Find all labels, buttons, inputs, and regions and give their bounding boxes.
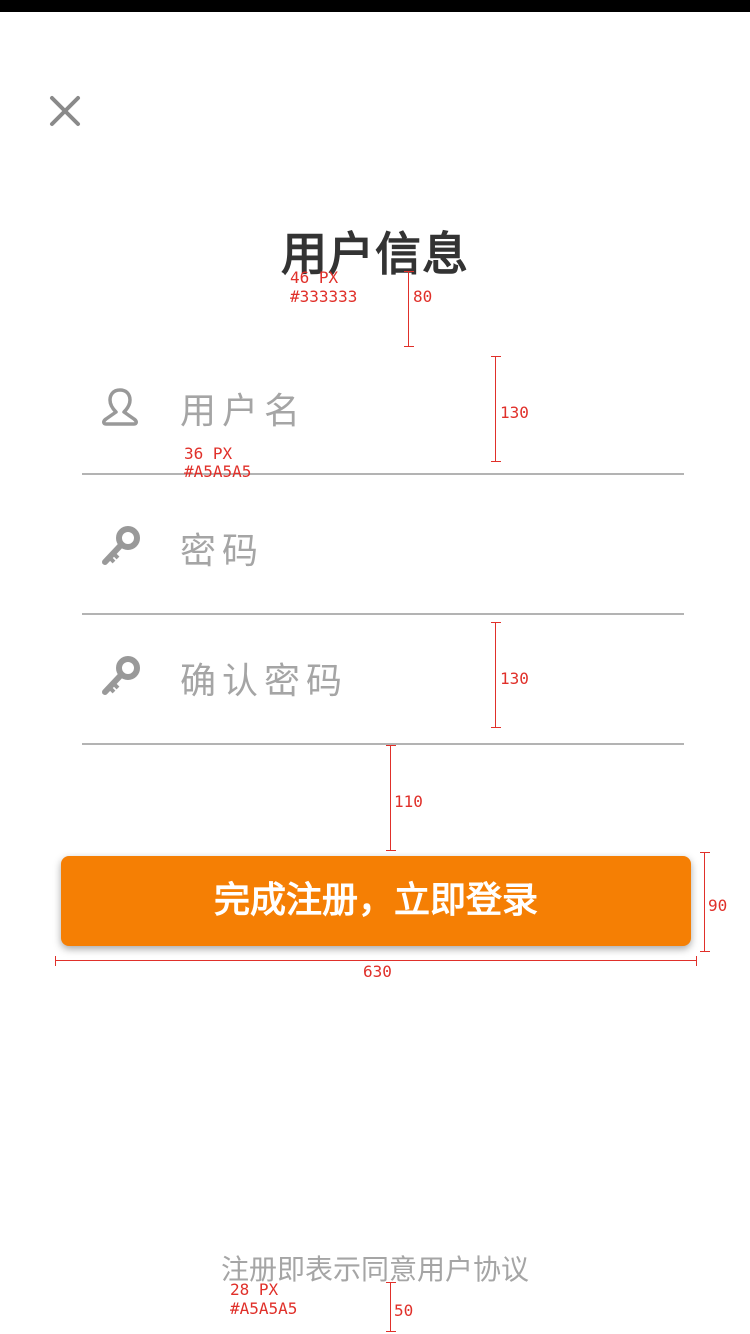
confirm-password-placeholder: 确认密码 bbox=[180, 661, 349, 702]
password-placeholder: 密码 bbox=[180, 531, 265, 572]
password-field[interactable]: 密码 bbox=[82, 483, 684, 615]
annotation-button-width: 630 bbox=[363, 962, 392, 981]
annotation-field-color: #A5A5A5 bbox=[184, 462, 252, 481]
annotation-button-gap: 110 bbox=[394, 792, 423, 811]
dimension-line-field-2 bbox=[491, 622, 501, 728]
user-agreement-link[interactable]: 注册即表示同意用户协议 bbox=[0, 1248, 750, 1288]
dimension-line-field-1 bbox=[491, 356, 501, 462]
annotation-bottom-gap: 50 bbox=[394, 1301, 414, 1320]
status-bar bbox=[0, 0, 750, 12]
close-icon bbox=[50, 96, 80, 126]
annotation-field-height-1: 130 bbox=[500, 403, 529, 422]
annotation-agree-color: #A5A5A5 bbox=[230, 1299, 298, 1318]
dimension-line-title-gap bbox=[404, 271, 414, 347]
annotation-title-size: 46 PX bbox=[290, 268, 339, 287]
dimension-line-button-width bbox=[55, 956, 697, 966]
dimension-line-bottom-gap bbox=[386, 1282, 396, 1332]
dimension-line-button-gap bbox=[386, 745, 396, 851]
annotation-title-color: #333333 bbox=[290, 287, 358, 306]
user-icon bbox=[102, 388, 138, 426]
dimension-line-button-height bbox=[700, 852, 710, 952]
username-placeholder: 用户名 bbox=[180, 391, 307, 432]
username-field[interactable]: 用户名 bbox=[82, 343, 684, 475]
confirm-password-field[interactable]: 确认密码 bbox=[82, 613, 684, 745]
key-icon bbox=[102, 656, 140, 695]
key-icon bbox=[102, 526, 140, 565]
close-button[interactable] bbox=[44, 90, 86, 132]
register-login-button[interactable]: 完成注册，立即登录 bbox=[61, 856, 691, 946]
annotation-button-height: 90 bbox=[708, 896, 728, 915]
page-title: 用户信息 bbox=[281, 227, 469, 281]
annotation-field-size: 36 PX bbox=[184, 444, 233, 463]
annotation-title-gap: 80 bbox=[413, 287, 433, 306]
annotation-field-height-2: 130 bbox=[500, 669, 529, 688]
annotation-agree-size: 28 PX bbox=[230, 1280, 279, 1299]
